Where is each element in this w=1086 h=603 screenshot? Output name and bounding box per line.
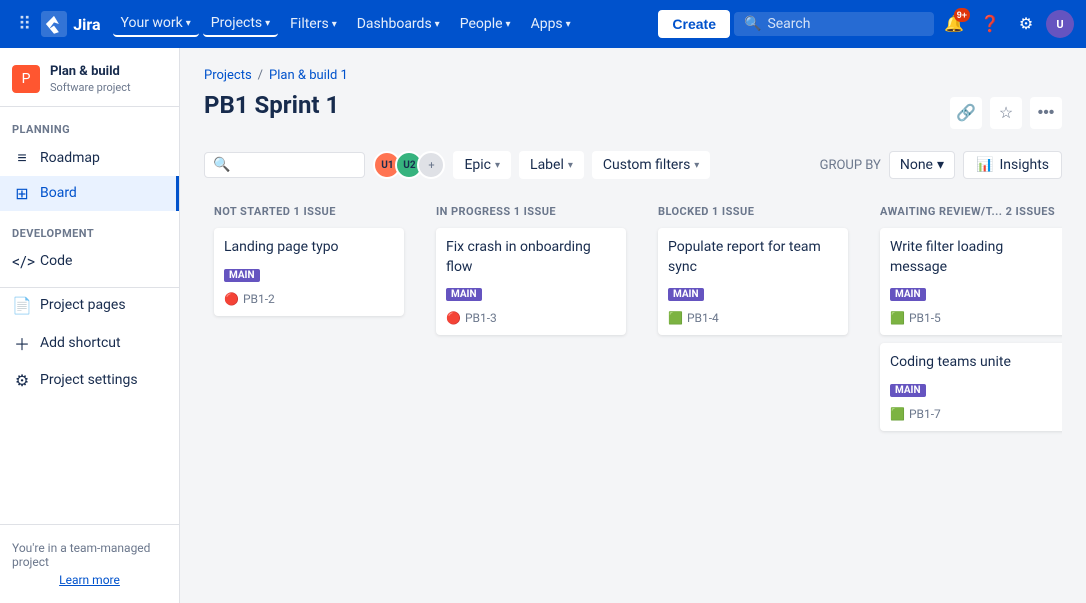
pages-icon: 📄 — [12, 296, 32, 315]
nav-apps[interactable]: Apps ▾ — [523, 12, 579, 36]
planning-section-label: PLANNING — [0, 107, 179, 140]
project-type: Software project — [50, 81, 131, 94]
column-header-in-progress: IN PROGRESS 1 ISSUE — [436, 205, 626, 218]
nav-projects[interactable]: Projects ▾ — [203, 11, 278, 37]
label-filter[interactable]: Label ▾ — [519, 151, 584, 179]
card-pb1-3[interactable]: Fix crash in onboarding flow MAIN 🔴 PB1-… — [436, 228, 626, 335]
app-layout: P Plan & build Software project PLANNING… — [0, 48, 1086, 603]
main-content: Projects / Plan & build 1 PB1 Sprint 1 🔗… — [180, 48, 1086, 603]
sidebar-item-project-settings[interactable]: ⚙ Project settings — [0, 363, 179, 398]
card-id: 🔴 PB1-2 — [224, 292, 394, 306]
project-icon: P — [12, 65, 40, 93]
topnav-icon-group: 🔔 9+ ❓ ⚙ U — [938, 8, 1074, 40]
sidebar-item-roadmap[interactable]: ≡ Roadmap — [0, 140, 179, 176]
insights-icon: 📊 — [976, 157, 993, 173]
star-icon-button[interactable]: ☆ — [990, 97, 1022, 129]
column-blocked: BLOCKED 1 ISSUE Populate report for team… — [648, 195, 858, 449]
search-icon: 🔍 — [213, 157, 230, 173]
sidebar: P Plan & build Software project PLANNING… — [0, 48, 180, 603]
nav-people[interactable]: People ▾ — [452, 12, 519, 36]
sidebar-item-add-shortcut[interactable]: ＋ Add shortcut — [0, 323, 179, 363]
search-input[interactable] — [236, 157, 356, 173]
board-toolbar: 🔍 U1 U2 + Epic ▾ Label ▾ Custom filters … — [204, 151, 1062, 179]
card-title: Write filter loading message — [890, 238, 1060, 277]
notif-badge: 9+ — [954, 8, 970, 22]
card-title: Coding teams unite — [890, 353, 1060, 373]
search-icon: 🔍 — [744, 16, 761, 32]
story-icon: 🟩 — [668, 311, 683, 325]
card-tag: MAIN — [224, 269, 260, 282]
card-pb1-4[interactable]: Populate report for team sync MAIN 🟩 PB1… — [658, 228, 848, 335]
sidebar-footer: You're in a team-managed project Learn m… — [0, 524, 179, 603]
group-by-label: GROUP BY — [820, 158, 881, 173]
learn-more-link[interactable]: Learn more — [12, 573, 167, 587]
code-icon: </> — [12, 252, 32, 271]
card-title: Populate report for team sync — [668, 238, 838, 277]
sidebar-project-header: P Plan & build Software project — [0, 48, 179, 107]
settings-button[interactable]: ⚙ — [1010, 8, 1042, 40]
sidebar-item-code[interactable]: </> Code — [0, 244, 179, 279]
column-header-not-started: NOT STARTED 1 ISSUE — [214, 205, 404, 218]
bug-icon: 🔴 — [446, 311, 461, 325]
column-in-progress: IN PROGRESS 1 ISSUE Fix crash in onboard… — [426, 195, 636, 449]
card-id: 🟩 PB1-4 — [668, 311, 838, 325]
card-tag: MAIN — [890, 384, 926, 397]
user-avatar[interactable]: U — [1046, 10, 1074, 38]
card-tag: MAIN — [890, 288, 926, 301]
column-header-awaiting-review: AWAITING REVIEW/T... 2 ISSUES — [880, 205, 1062, 218]
project-name: Plan & build — [50, 64, 131, 81]
toolbar-right: GROUP BY None ▾ 📊 Insights — [820, 151, 1062, 179]
sidebar-item-project-pages[interactable]: 📄 Project pages — [0, 288, 179, 323]
group-by-select[interactable]: None ▾ — [889, 151, 955, 179]
settings-icon: ⚙ — [12, 371, 32, 390]
help-button[interactable]: ❓ — [974, 8, 1006, 40]
epic-filter[interactable]: Epic ▾ — [453, 151, 511, 179]
more-options-button[interactable]: ••• — [1030, 97, 1062, 129]
card-id: 🟩 PB1-7 — [890, 407, 1060, 421]
board-search[interactable]: 🔍 — [204, 152, 365, 178]
card-id: 🔴 PB1-3 — [446, 311, 616, 325]
board-columns: NOT STARTED 1 ISSUE Landing page typo MA… — [204, 195, 1062, 457]
card-tag: MAIN — [668, 288, 704, 301]
card-tag: MAIN — [446, 288, 482, 301]
nav-dashboards[interactable]: Dashboards ▾ — [349, 12, 448, 36]
column-awaiting-review: AWAITING REVIEW/T... 2 ISSUES Write filt… — [870, 195, 1062, 449]
custom-filters[interactable]: Custom filters ▾ — [592, 151, 710, 179]
sidebar-item-board[interactable]: ⊞ Board — [0, 176, 179, 211]
breadcrumb-project[interactable]: Plan & build 1 — [269, 68, 348, 83]
breadcrumb: Projects / Plan & build 1 — [204, 68, 1062, 83]
insights-button[interactable]: 📊 Insights — [963, 151, 1062, 179]
notifications-button[interactable]: 🔔 9+ — [938, 8, 970, 40]
page-title: PB1 Sprint 1 — [204, 91, 339, 119]
card-title: Landing page typo — [224, 238, 394, 258]
search-bar[interactable]: 🔍 Search — [734, 12, 934, 36]
board-icon: ⊞ — [12, 184, 32, 203]
story-icon: 🟩 — [890, 407, 905, 421]
card-pb1-5[interactable]: Write filter loading message MAIN 🟩 PB1-… — [880, 228, 1062, 335]
bug-icon: 🔴 — [224, 292, 239, 306]
jira-logo[interactable]: Jira — [41, 11, 100, 37]
card-id: 🟩 PB1-5 — [890, 311, 1060, 325]
breadcrumb-projects[interactable]: Projects — [204, 68, 252, 83]
shortcut-icon: ＋ — [12, 331, 32, 355]
card-pb1-7[interactable]: Coding teams unite MAIN 🟩 PB1-7 — [880, 343, 1062, 431]
development-section-label: DEVELOPMENT — [0, 211, 179, 244]
card-title: Fix crash in onboarding flow — [446, 238, 616, 277]
nav-filters[interactable]: Filters ▾ — [282, 12, 345, 36]
story-icon: 🟩 — [890, 311, 905, 325]
grid-icon[interactable]: ⠿ — [12, 8, 37, 41]
roadmap-icon: ≡ — [12, 148, 32, 168]
link-icon-button[interactable]: 🔗 — [950, 97, 982, 129]
column-not-started: NOT STARTED 1 ISSUE Landing page typo MA… — [204, 195, 414, 449]
avatar-group: U1 U2 + — [373, 151, 445, 179]
column-header-blocked: BLOCKED 1 ISSUE — [658, 205, 848, 218]
nav-your-work[interactable]: Your work ▾ — [113, 11, 199, 37]
top-navigation: ⠿ Jira Your work ▾ Projects ▾ Filters ▾ … — [0, 0, 1086, 48]
avatar-more[interactable]: + — [417, 151, 445, 179]
card-pb1-2[interactable]: Landing page typo MAIN 🔴 PB1-2 — [214, 228, 404, 316]
create-button[interactable]: Create — [658, 10, 730, 38]
